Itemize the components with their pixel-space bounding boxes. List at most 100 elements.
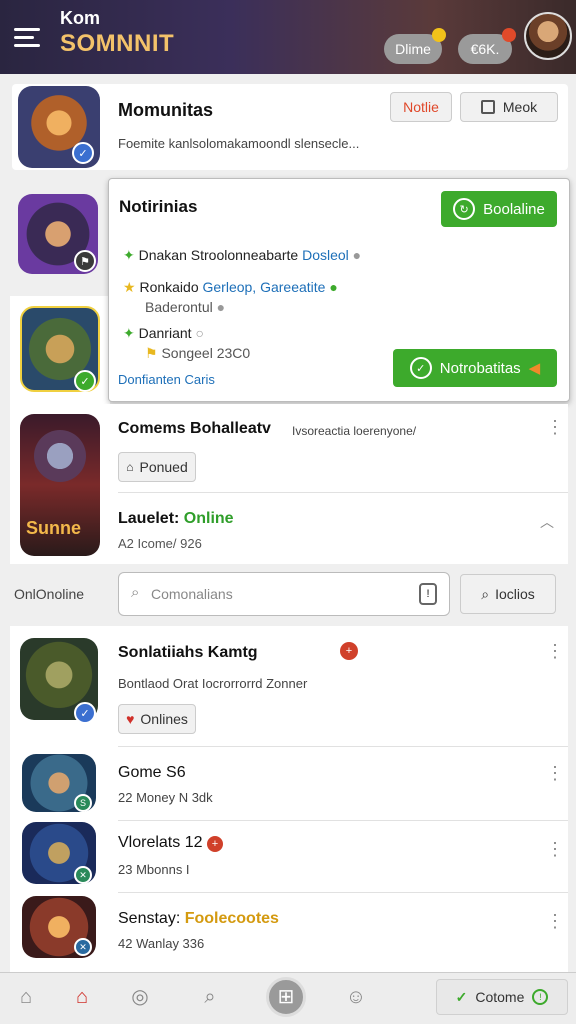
online-filter-label[interactable]: OnlOnoline bbox=[14, 586, 84, 602]
leaf-icon: ✦ bbox=[123, 325, 135, 341]
notlie-button[interactable]: Notlie bbox=[390, 92, 452, 122]
menu-icon[interactable] bbox=[14, 28, 40, 48]
lock-icon: ⌂ bbox=[126, 460, 134, 474]
boolaline-button[interactable]: ↻ Boolaline bbox=[441, 191, 557, 227]
list-item-title-highlight: Foolecootes bbox=[184, 910, 279, 927]
notrobatitas-button[interactable]: ✓ Notrobatitas ◀ bbox=[393, 349, 557, 387]
list-item-title-label: Vlorelats 12 bbox=[118, 834, 203, 851]
list-item-title: Sonlatiiahs Kamtg bbox=[118, 644, 258, 661]
chat-icon bbox=[480, 100, 495, 114]
tag-icon: ⚑ bbox=[145, 345, 158, 361]
cotome-button[interactable]: ✓ Cotome ! bbox=[436, 979, 568, 1015]
donfianten-link[interactable]: Donfianten Caris bbox=[118, 372, 215, 387]
search-icon: ⌕ bbox=[131, 584, 140, 601]
list-item-title: Vlorelats 12 + bbox=[118, 834, 223, 852]
row2-subtext-label: Baderontul bbox=[145, 299, 213, 315]
alert-icon: + bbox=[340, 642, 358, 660]
row2-subtext: Baderontul ● bbox=[145, 299, 225, 315]
row3-subtext: ⚑ Songeel 23C0 bbox=[145, 345, 250, 362]
list-item-title: Senstay: Foolecootes bbox=[118, 910, 279, 928]
community-card[interactable]: ✓ Momunitas Foemite kanlsolomakamoondl s… bbox=[12, 84, 568, 170]
row2-link[interactable]: Gerleop, Gareeatite bbox=[203, 279, 326, 295]
more-icon[interactable]: ⋮ bbox=[546, 764, 564, 788]
community-search[interactable]: ⌕ Comonalians ! bbox=[118, 572, 450, 616]
game-list: ✓ Sonlatiiahs Kamtg + Bontlaod Orat Iocr… bbox=[10, 626, 568, 972]
card-description: Foemite kanlsolomakamoondl slensecle... bbox=[118, 136, 360, 151]
refresh-icon: ↻ bbox=[453, 198, 476, 220]
boolaline-label: Boolaline bbox=[483, 200, 545, 218]
divider bbox=[118, 492, 568, 493]
notification-row-2[interactable]: ★ Ronkaido Gerleop, Gareeatite ● bbox=[123, 279, 338, 296]
clock-icon: ○ bbox=[195, 325, 204, 341]
user-avatar[interactable] bbox=[524, 12, 572, 60]
header-button-1-label: Dlime bbox=[395, 41, 431, 57]
notification-row-3[interactable]: ✦ Danriant ○ bbox=[123, 325, 204, 342]
popup-title: Notirinias bbox=[119, 197, 198, 216]
info-icon[interactable]: ! bbox=[419, 583, 437, 605]
card-title: Momunitas bbox=[118, 100, 214, 120]
verified-icon: ✓ bbox=[74, 370, 96, 392]
check-icon: ✓ bbox=[455, 988, 468, 1005]
search-doc-icon[interactable]: ⌕ bbox=[198, 985, 222, 1009]
compass-icon[interactable]: ◎ bbox=[128, 985, 152, 1009]
level-icon: ✕ bbox=[74, 866, 92, 884]
card-stats: A2 Icome/ 926 bbox=[118, 536, 202, 551]
search-icon: ⌕ bbox=[481, 585, 490, 602]
bottom-navigation: ⌂ ⌂ ◎ ⌕ ⊞ ☺ ✓ Cotome ! bbox=[0, 972, 576, 1024]
level-icon: S bbox=[74, 794, 92, 812]
brand-logo-text: SOMNNIT bbox=[60, 30, 175, 57]
ponued-chip[interactable]: ⌂ Ponued bbox=[118, 452, 196, 482]
alert-icon: + bbox=[206, 836, 223, 852]
row3-text: Danriant bbox=[138, 325, 192, 341]
alert-dot bbox=[502, 28, 516, 42]
card-meta: Ivsoreactia loerenyone/ bbox=[292, 424, 417, 438]
rank-icon: ⚑ bbox=[74, 250, 96, 272]
card-title: Comems Bohalleatv bbox=[118, 420, 271, 437]
info-icon: ● bbox=[216, 299, 226, 315]
ponued-label: Ponued bbox=[139, 459, 188, 475]
divider bbox=[118, 746, 568, 747]
status-label: Lauelet: bbox=[118, 510, 180, 527]
notification-row-1[interactable]: ✦ Dnakan Stroolonneabarte Dosleol ● bbox=[123, 247, 361, 264]
star-icon: ★ bbox=[123, 279, 136, 295]
more-icon[interactable]: ⋮ bbox=[546, 912, 564, 936]
list-item-desc: 42 Wanlay 336 bbox=[118, 936, 205, 951]
header-button-2-label: €6K. bbox=[470, 41, 500, 57]
more-icon[interactable]: ⋮ bbox=[546, 418, 564, 442]
level-icon: ✕ bbox=[74, 938, 92, 956]
notrobatitas-label: Notrobatitas bbox=[439, 359, 521, 377]
check-icon: ● bbox=[329, 279, 338, 295]
game-card[interactable]: Sunne Comems Bohalleatv Ivsoreactia loer… bbox=[10, 404, 568, 564]
home-icon[interactable]: ⌂ bbox=[14, 985, 38, 1009]
header-button-2[interactable]: €6K. bbox=[458, 28, 516, 64]
ioclios-button[interactable]: ⌕ Ioclios bbox=[460, 574, 556, 614]
grid-icon[interactable]: ⊞ bbox=[266, 977, 306, 1017]
meok-label: Meok bbox=[502, 99, 538, 115]
status-row: Lauelet: Online bbox=[118, 510, 234, 528]
list-item-desc: 22 Money N 3dk bbox=[118, 790, 213, 805]
notifications-popup: Notirinias ↻ Boolaline ✦ Dnakan Stroolon… bbox=[108, 178, 570, 402]
more-icon[interactable]: ⋮ bbox=[546, 642, 564, 666]
meok-button[interactable]: Meok bbox=[460, 92, 558, 122]
divider bbox=[118, 892, 568, 893]
onlines-label: Onlines bbox=[140, 711, 188, 727]
verified-icon: ✓ bbox=[74, 702, 96, 724]
chevron-up-icon[interactable]: ︿ bbox=[540, 512, 554, 532]
search-input[interactable]: Comonalians bbox=[151, 586, 233, 602]
profile-icon[interactable]: ☺ bbox=[344, 985, 368, 1009]
check-circle-icon: ✓ bbox=[409, 357, 432, 379]
row1-text: Dnakan Stroolonneabarte bbox=[138, 247, 299, 263]
house-active-icon[interactable]: ⌂ bbox=[70, 985, 94, 1009]
info-icon: ! bbox=[532, 989, 549, 1005]
header-button-1[interactable]: Dlime bbox=[384, 28, 446, 64]
more-icon[interactable]: ⋮ bbox=[546, 840, 564, 864]
leaf-icon: ✦ bbox=[123, 247, 135, 263]
top-header: Kom SOMNNIT Dlime €6K. bbox=[0, 0, 576, 74]
row1-link[interactable]: Dosleol bbox=[302, 247, 349, 263]
list-item-desc: 23 Mbonns I bbox=[118, 862, 190, 877]
list-item-title: Gome S6 bbox=[118, 764, 186, 781]
info-icon: ● bbox=[352, 247, 362, 263]
cotome-label: Cotome bbox=[475, 989, 525, 1005]
onlines-chip[interactable]: ♥ Onlines bbox=[118, 704, 196, 734]
divider bbox=[118, 820, 568, 821]
